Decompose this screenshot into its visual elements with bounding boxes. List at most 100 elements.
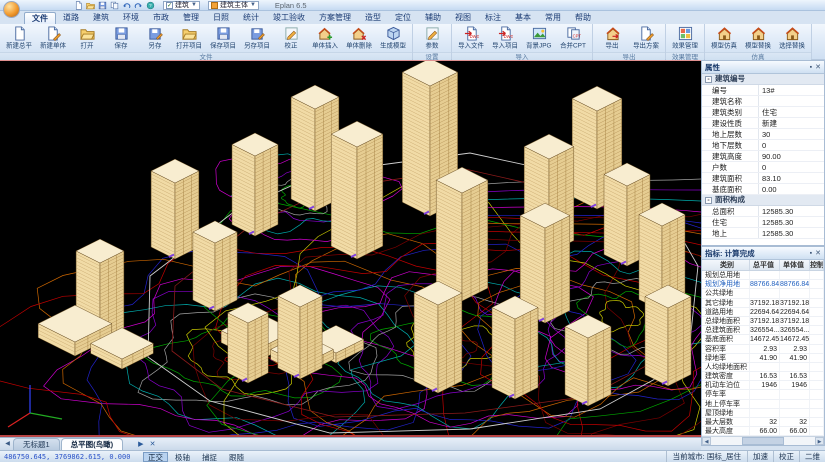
ribbon-tab-7[interactable]: 统计	[236, 12, 266, 24]
ribbon-tab-13[interactable]: 视图	[448, 12, 478, 24]
property-row[interactable]: 住宅12585.30	[702, 217, 824, 228]
stats-row[interactable]: 最大高度66.0066.00	[702, 427, 824, 436]
ribbon-tab-1[interactable]: 道路	[56, 12, 86, 24]
collapse-icon[interactable]: -	[705, 76, 712, 83]
scrollbar-track[interactable]	[711, 437, 815, 445]
stats-row[interactable]: 机动车泊位19461946	[702, 381, 824, 390]
qat-refresh-icon[interactable]: ?	[146, 1, 155, 10]
property-value[interactable]: 0.00	[759, 184, 824, 194]
app-logo-icon[interactable]	[3, 1, 20, 18]
stats-row[interactable]: 容积率2.932.93	[702, 345, 824, 354]
property-group-0[interactable]: -建筑编号	[702, 74, 824, 85]
stats-row[interactable]: 建筑密度16.5316.53	[702, 372, 824, 381]
ribbon-tab-8[interactable]: 竣工验收	[266, 12, 312, 24]
ribbon-button-0-4[interactable]: 另存	[138, 25, 172, 51]
property-row[interactable]: 建设性质新建	[702, 118, 824, 129]
property-row[interactable]: 地下层数0	[702, 140, 824, 151]
ribbon-button-4-0[interactable]: 效果管理	[668, 25, 702, 51]
ribbon-button-0-7[interactable]: 另存项目	[240, 25, 274, 51]
ribbon-button-2-3[interactable]: CPT合并CPT	[556, 25, 590, 51]
property-row[interactable]: 地上12585.30	[702, 228, 824, 239]
ribbon-button-0-1[interactable]: 新建单体	[36, 25, 70, 51]
ribbon-tab-5[interactable]: 管理	[176, 12, 206, 24]
ribbon-button-0-5[interactable]: 打开项目	[172, 25, 206, 51]
property-row[interactable]: 编号13#	[702, 85, 824, 96]
pin-icon[interactable]: ▪	[810, 250, 812, 257]
entity-combo[interactable]: 建筑主体 ▼	[208, 1, 259, 10]
status-toggle-0[interactable]: 正交	[143, 452, 168, 462]
ribbon-tab-4[interactable]: 市政	[146, 12, 176, 24]
property-row[interactable]: 建筑面积83.10	[702, 173, 824, 184]
status-toggle-1[interactable]: 极轴	[170, 452, 195, 462]
stats-column-header[interactable]: 类别	[702, 260, 750, 270]
qat-save-icon[interactable]	[98, 1, 107, 10]
ribbon-button-0-11[interactable]: 生成模型	[376, 25, 410, 51]
checkbox-icon[interactable]: ✓	[166, 2, 173, 9]
ribbon-tab-0[interactable]: 文件	[24, 12, 56, 24]
collapse-icon[interactable]: -	[705, 197, 712, 204]
property-row[interactable]: 建筑名称	[702, 96, 824, 107]
horizontal-scrollbar[interactable]: ◀ ▶	[702, 436, 824, 445]
property-row[interactable]: 户数0	[702, 162, 824, 173]
stats-row[interactable]: 总建筑面积326554...326554...	[702, 326, 824, 335]
property-value[interactable]: 90.00	[759, 151, 824, 161]
stats-row[interactable]: 规划总用地	[702, 271, 824, 280]
ribbon-tab-3[interactable]: 环境	[116, 12, 146, 24]
property-row[interactable]: 地上层数30	[702, 129, 824, 140]
status-button-1[interactable]: 校正	[773, 451, 799, 462]
ribbon-button-5-0[interactable]: 模型仿真	[707, 25, 741, 51]
chevron-down-icon[interactable]: ▼	[191, 2, 197, 8]
ribbon-tab-11[interactable]: 定位	[388, 12, 418, 24]
property-value[interactable]: 13#	[759, 85, 824, 95]
ribbon-button-0-2[interactable]: 打开	[70, 25, 104, 51]
ribbon-tab-16[interactable]: 常用	[538, 12, 568, 24]
scroll-left-icon[interactable]: ◀	[702, 437, 711, 445]
qat-open-folder-icon[interactable]	[86, 1, 95, 10]
ribbon-tab-2[interactable]: 建筑	[86, 12, 116, 24]
stats-row[interactable]: 停车率	[702, 390, 824, 399]
property-value[interactable]: 12585.30	[759, 206, 824, 216]
stats-column-header[interactable]: 单体值	[780, 260, 810, 270]
qat-undo-icon[interactable]	[122, 1, 131, 10]
scrollbar-thumb[interactable]	[742, 437, 784, 445]
property-group-1[interactable]: -面积构成	[702, 195, 824, 206]
ribbon-tab-15[interactable]: 基本	[508, 12, 538, 24]
drawing-tab-0[interactable]: 无标题1	[13, 438, 60, 450]
status-toggle-2[interactable]: 捕捉	[197, 452, 222, 462]
ribbon-tab-12[interactable]: 辅助	[418, 12, 448, 24]
stats-row[interactable]: 公共绿地	[702, 289, 824, 298]
stats-row[interactable]: 绿地率41.9041.90	[702, 354, 824, 363]
property-row[interactable]: 基底面积0.00	[702, 184, 824, 195]
stats-row[interactable]: 道路用地22694.6422694.64	[702, 308, 824, 317]
ribbon-tab-9[interactable]: 方案管理	[312, 12, 358, 24]
property-row[interactable]: 建筑类别住宅	[702, 107, 824, 118]
ribbon-button-5-1[interactable]: 模型替换	[741, 25, 775, 51]
ribbon-button-2-2[interactable]: 背景JPG	[522, 25, 556, 51]
stats-row[interactable]: 最大层数3232	[702, 418, 824, 427]
ribbon-tab-6[interactable]: 日照	[206, 12, 236, 24]
drawing-viewport[interactable]	[0, 60, 701, 437]
ribbon-button-0-10[interactable]: 单体删除	[342, 25, 376, 51]
property-row[interactable]: 总面积12585.30	[702, 206, 824, 217]
property-value[interactable]: 12585.30	[759, 217, 824, 227]
property-value[interactable]: 住宅	[759, 107, 824, 117]
ribbon-button-5-2[interactable]: 选择替换	[775, 25, 809, 51]
close-icon[interactable]: ✕	[815, 63, 821, 71]
property-value[interactable]: 新建	[759, 118, 824, 128]
ribbon-button-0-3[interactable]: 保存	[104, 25, 138, 51]
tab-next-icon[interactable]: ▶	[138, 440, 143, 448]
qat-redo-icon[interactable]	[134, 1, 143, 10]
ribbon-button-0-9[interactable]: 单体插入	[308, 25, 342, 51]
ribbon-button-2-1[interactable]: DWG导入项目	[488, 25, 522, 51]
status-toggle-3[interactable]: 跟随	[224, 452, 249, 462]
drawing-tab-1[interactable]: 总平图(鸟瞰)	[61, 438, 124, 450]
stats-row[interactable]: 屋顶绿地	[702, 409, 824, 418]
ribbon-button-3-0[interactable]: 导出	[595, 25, 629, 51]
chevron-down-icon[interactable]: ▼	[250, 2, 256, 8]
property-value[interactable]: 0	[759, 140, 824, 150]
ribbon-button-1-0[interactable]: 参数	[415, 25, 449, 51]
ribbon-button-0-6[interactable]: 保存项目	[206, 25, 240, 51]
tab-prev-icon[interactable]: ◀	[2, 438, 13, 450]
tab-close-icon[interactable]: ✕	[150, 440, 156, 448]
layer-combo[interactable]: ✓ 建筑 ▼	[163, 1, 200, 10]
